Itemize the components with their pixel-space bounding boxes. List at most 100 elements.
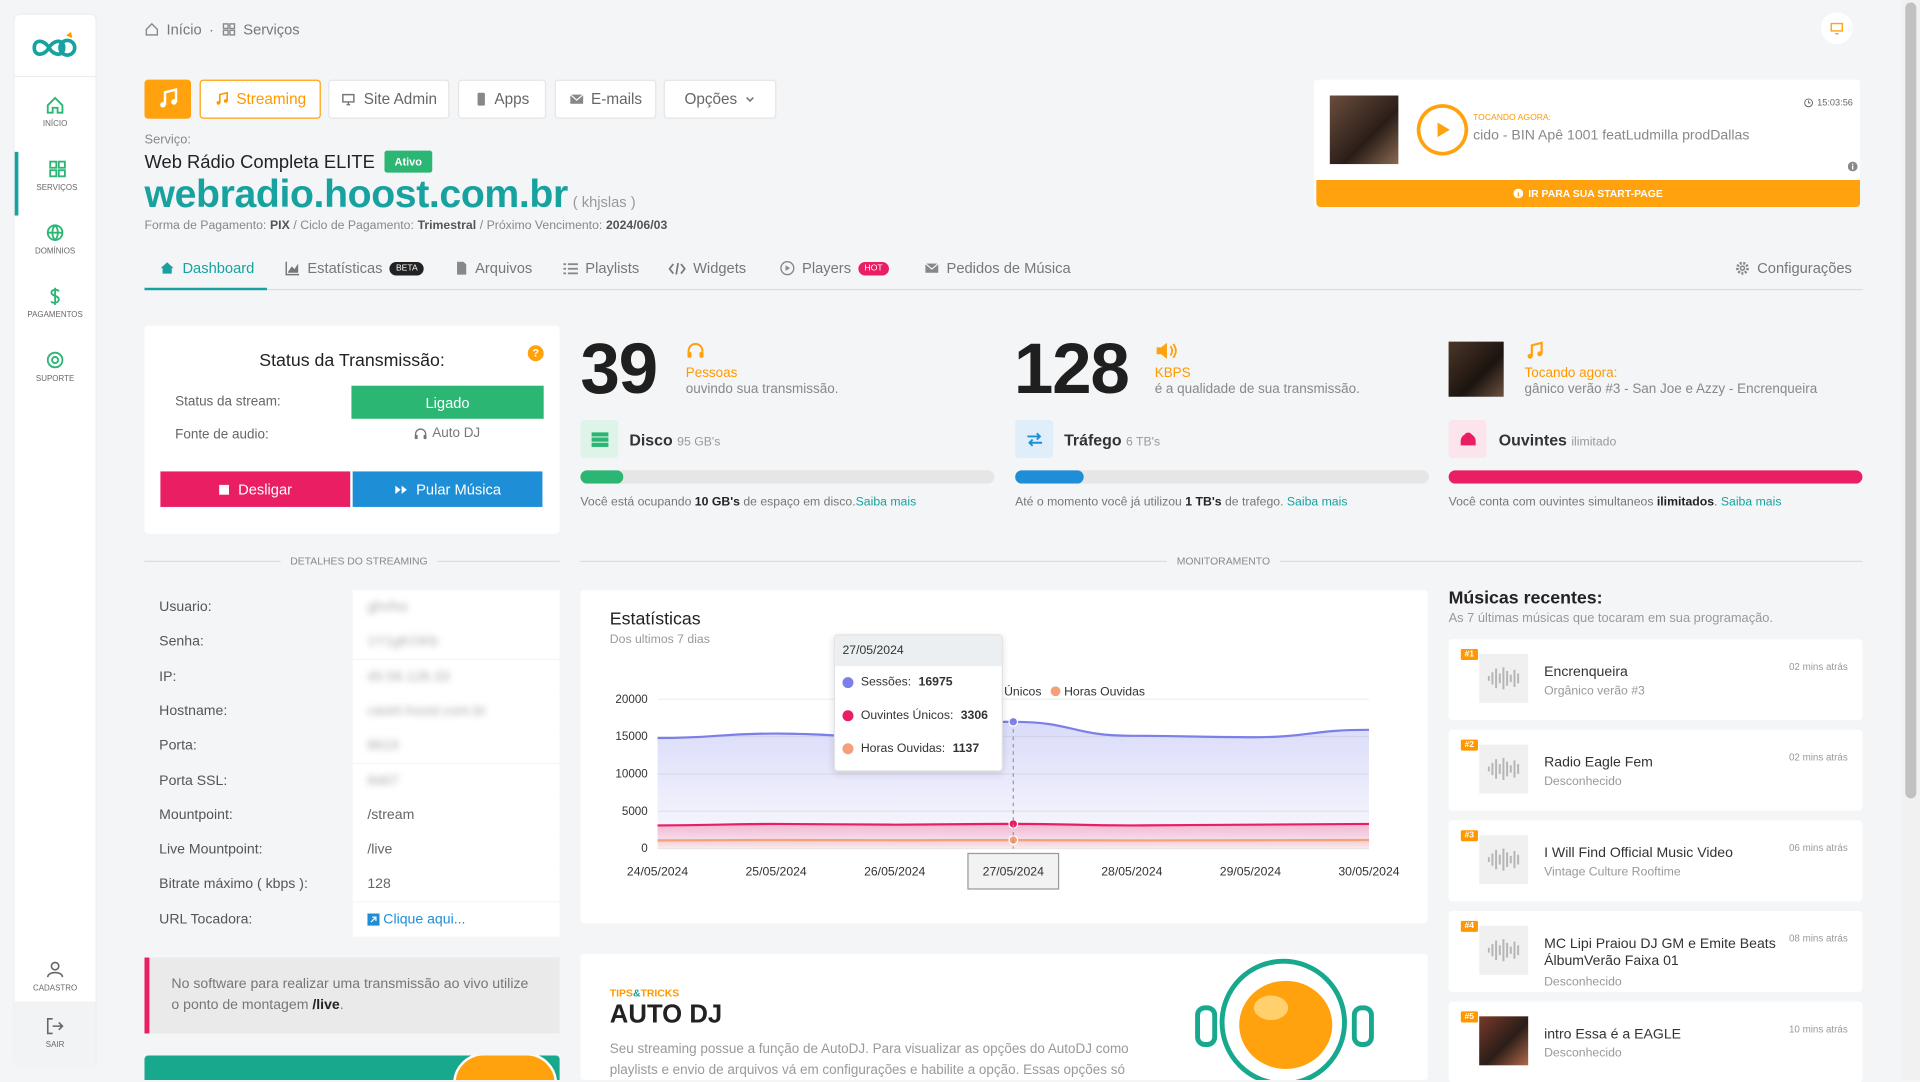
legend-label[interactable]: Horas Ouvidas [1064,685,1145,699]
home-icon [144,22,159,37]
recent-title: Músicas recentes: [1449,589,1603,609]
site-admin-button[interactable]: Site Admin [328,80,449,119]
tooltip-row: Horas Ouvidas:1137 [835,732,1002,765]
y-tick-label: 5000 [622,805,648,818]
detail-value: ghvfxs [353,590,560,624]
detail-value: 8619 [353,729,560,763]
detail-key: Senha: [144,635,352,650]
disk-note-post: de espaço em disco. [743,496,855,509]
tips-card: TIPS&TRICKS AUTO DJ Seu streaming possue… [580,954,1427,1080]
disk-note-pre: Você está ocupando [580,496,691,509]
detail-row: Mountpoint:/stream [144,798,559,832]
tab-players[interactable]: Players HOT [780,260,889,277]
recent-song-time: 02 mins atrás [1789,661,1848,672]
now-playing-widget: TOCANDO AGORA: cido - BIN Apê 1001 featL… [1314,80,1860,207]
chevron-down-icon [745,94,756,105]
recent-song-item[interactable]: #1 Encrenqueira Orgânico verão #3 02 mins a… [1449,639,1863,720]
details-divider-label: DETALHES DO STREAMING [280,555,437,567]
x-tick-label: 26/05/2024 [864,865,925,879]
statistics-chart[interactable]: 0500010000150002000024/05/202425/05/2024… [580,590,1427,923]
sidebar-item-label: PAGAMENTOS [27,311,82,320]
logo-icon[interactable] [29,29,80,61]
opcoes-dropdown[interactable]: Opções [664,80,777,119]
listeners-note: Você conta com ouvintes simultaneos ilim… [1449,496,1782,509]
recent-song-item[interactable]: #4MC Lipi Praiou DJ GM e Emite Beats Álb… [1449,911,1863,992]
recent-song-time: 10 mins atrás [1789,1024,1848,1035]
recent-song-title: I Will Find Official Music Video [1544,845,1801,862]
desligar-button[interactable]: Desligar [160,471,350,507]
breadcrumb-current[interactable]: Serviços [243,21,299,38]
globe-icon [45,223,65,243]
recent-song-artist: Desconhecido [1544,775,1622,788]
sidebar-item-label: DOMÍNIOS [35,247,75,256]
tab-widgets[interactable]: Widgets [669,260,747,277]
emails-button[interactable]: E-mails [555,80,657,119]
startpage-button[interactable]: IR PARA SUA START-PAGE [1316,180,1860,207]
payment-label: Forma de Pagamento: [144,219,266,232]
disk-saiba-mais-link[interactable]: Saiba mais [856,496,917,509]
sidebar-item-label: SAIR [46,1041,65,1050]
bitrate-label: KBPS [1155,366,1191,381]
tab-arquivos[interactable]: Arquivos [456,260,533,277]
disk-title: Disco 95 GB's [629,431,720,449]
sidebar-item-dominios[interactable]: DOMÍNIOS [15,216,96,280]
tab-estatisticas[interactable]: Estatísticas BETA [285,260,424,277]
tab-configuracoes[interactable]: Configurações [1735,260,1852,277]
help-icon[interactable]: ? [528,345,544,361]
status-badge: Ativo [385,151,432,173]
scrollbar[interactable] [1902,0,1920,1080]
legend-label[interactable]: Únicos [1004,684,1041,699]
tab-playlists[interactable]: Playlists [563,260,639,277]
pular-musica-button[interactable]: Pular Música [353,471,543,507]
sidebar-item-suporte[interactable]: SUPORTE [15,343,96,407]
music-button[interactable] [144,80,191,119]
sidebar-item-label: CADASTRO [33,984,77,993]
detail-value: 128 [353,867,560,901]
recent-song-title: intro Essa é a EAGLE [1544,1026,1801,1043]
recent-song-item[interactable]: #2Radio Eagle FemDesconhecido02 mins atr… [1449,730,1863,811]
recent-song-title: Encrenqueira [1544,664,1801,681]
traffic-saiba-mais-link[interactable]: Saiba mais [1287,496,1348,509]
emails-label: E-mails [591,91,642,108]
listeners-capacity: ilimitado [1571,436,1616,449]
recent-song-item[interactable]: #3I Will Find Official Music VideoVintag… [1449,820,1863,901]
listeners-saiba-mais-link[interactable]: Saiba mais [1721,496,1782,509]
volume-icon [1155,342,1179,360]
detail-key: Bitrate máximo ( kbps ): [144,877,352,892]
streaming-button[interactable]: Streaming [200,80,321,119]
detail-value-text: ghvfxs [367,600,408,615]
info-icon[interactable] [1848,162,1858,172]
apps-button[interactable]: Apps [458,80,546,119]
now-playing-track: gânico verão #3 - San Joe e Azzy - Encre… [1525,382,1818,397]
status-title: Status da Transmissão: [144,351,559,371]
scrollbar-thumb[interactable] [1905,2,1916,798]
tooltip-value: 1137 [953,742,980,755]
monitor-button[interactable] [1821,12,1853,44]
recent-song-artist: Orgânico verão #3 [1544,684,1645,697]
tips-eyebrow-b: & [633,987,641,999]
recent-rank: #1 [1461,649,1478,660]
music-icon [157,88,179,110]
startpage-label: IR PARA SUA START-PAGE [1528,187,1663,199]
tab-dashboard[interactable]: Dashboard [159,260,254,277]
tab-label: Estatísticas [307,260,382,277]
service-domain[interactable]: webradio.hoost.com.br [144,171,567,216]
sidebar-item-inicio[interactable]: INÍCIO [15,88,96,152]
sidebar-item-sair[interactable]: SAIR [15,1002,96,1066]
tips-title: AUTO DJ [610,1000,722,1029]
tab-pedidos[interactable]: Pedidos de Música [924,260,1070,277]
tips-eyebrow-c: TRICKS [640,987,679,999]
desligar-label: Desligar [238,481,292,498]
x-tick-label: 28/05/2024 [1101,865,1162,879]
breadcrumb-home[interactable]: Início [167,21,202,38]
due-label: / Próximo Vencimento: [480,219,603,232]
play-button[interactable] [1417,104,1468,155]
sidebar-item-pagamentos[interactable]: PAGAMENTOS [15,279,96,343]
player-url-link[interactable]: Clique aqui... [353,902,560,936]
active-tab-indicator [144,288,266,290]
breadcrumb: Início · Serviços [144,21,299,38]
recent-song-item[interactable]: #5intro Essa é a EAGLEDesconhecido10 min… [1449,1002,1863,1082]
sidebar-item-servicos[interactable]: SERVIÇOS [15,152,96,216]
payment-value: PIX [270,219,290,232]
statistics-card: Estatísticas Dos ultimos 7 dias 05000100… [580,590,1427,923]
